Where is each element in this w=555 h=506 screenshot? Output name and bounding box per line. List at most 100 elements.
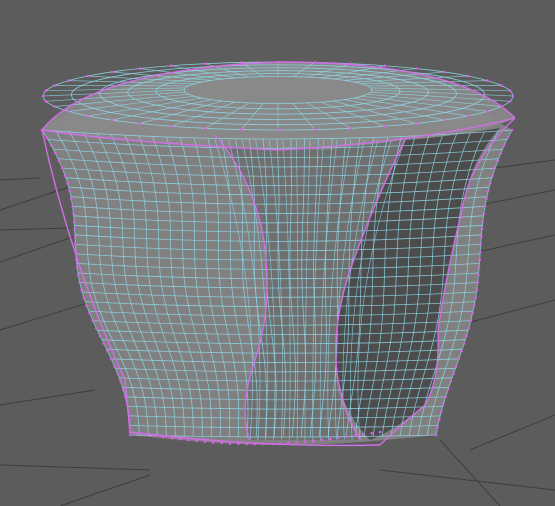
mesh-vertex <box>110 70 114 74</box>
mesh-vertex <box>61 166 64 170</box>
mesh-vertex <box>287 441 290 445</box>
mesh-vertex <box>54 151 57 155</box>
mesh-vertex <box>72 220 76 223</box>
mesh-vertex <box>204 62 207 65</box>
mesh-vertex <box>486 79 489 82</box>
mesh-vertex <box>80 288 83 292</box>
mesh-vertex <box>477 273 480 277</box>
mesh-vertex <box>478 250 482 254</box>
mesh-vertex <box>466 114 470 118</box>
mesh-vertex <box>119 380 123 383</box>
mesh-vertex <box>128 418 131 422</box>
mesh-vertex <box>478 258 482 261</box>
mesh-vertex <box>128 430 132 434</box>
mesh-vertex <box>500 84 503 87</box>
mesh-vertex <box>212 441 215 444</box>
mesh-vertex <box>378 430 382 434</box>
mesh-vertex <box>204 127 207 130</box>
mesh-vertex <box>488 182 492 185</box>
mesh-vertex <box>449 380 453 383</box>
mesh-vertex <box>442 70 446 74</box>
mesh-vertex <box>454 365 458 368</box>
mesh-vertex <box>228 442 232 445</box>
mesh-vertex <box>476 281 480 284</box>
mesh-vertex <box>353 434 357 438</box>
mesh-vertex <box>349 62 352 65</box>
mesh-vertex <box>320 438 324 442</box>
mesh-vertex <box>44 100 48 103</box>
mesh-vertex <box>493 166 497 170</box>
mesh-vertex <box>102 342 106 345</box>
mesh-vertex <box>439 410 443 414</box>
mesh-vertex <box>91 319 95 322</box>
mesh-vertex <box>67 79 70 82</box>
mesh-vertex <box>414 122 418 125</box>
mesh-vertex <box>86 114 90 118</box>
mesh-vertex <box>49 144 53 147</box>
mesh-vertex <box>295 441 299 444</box>
mesh-vertex <box>500 105 503 108</box>
mesh-vertex <box>337 436 340 440</box>
mesh-vertex <box>452 372 455 376</box>
mesh-vertex <box>499 151 503 155</box>
mesh-vertex <box>82 296 86 300</box>
mesh-vertex <box>480 235 483 239</box>
mesh-vertex <box>73 227 76 231</box>
viewport-canvas[interactable] <box>0 0 555 506</box>
mesh-vertex <box>98 334 102 338</box>
mesh-vertex <box>303 440 307 444</box>
mesh-object[interactable] <box>40 60 516 447</box>
mesh-vertex <box>510 128 514 132</box>
mesh-vertex <box>109 357 113 361</box>
mesh-vertex <box>74 243 77 246</box>
mesh-vertex <box>53 105 56 108</box>
mesh-vertex <box>70 197 73 200</box>
3d-viewport[interactable] <box>0 0 555 506</box>
mesh-vertex <box>41 94 45 98</box>
mesh-vertex <box>72 212 75 216</box>
grid-line <box>379 469 555 491</box>
mesh-vertex <box>110 118 114 122</box>
mesh-vertex <box>312 439 315 443</box>
mesh-vertex <box>345 435 349 439</box>
mesh-vertex <box>466 74 470 78</box>
mesh-vertex <box>506 136 510 139</box>
mesh-vertex <box>457 357 461 361</box>
mesh-vertex <box>469 319 473 322</box>
mesh-vertex <box>436 426 439 429</box>
mesh-vertex <box>74 250 77 254</box>
mesh-vertex <box>502 144 506 147</box>
mesh-vertex <box>129 433 132 437</box>
mesh-vertex <box>276 128 280 132</box>
mesh-vertex <box>45 136 49 139</box>
grid-line <box>0 227 71 231</box>
mesh-vertex <box>113 365 116 368</box>
mesh-vertex <box>170 64 173 67</box>
grid-line <box>59 474 151 506</box>
mesh-vertex <box>471 311 474 315</box>
mesh-vertex <box>63 174 67 178</box>
mesh-vertex <box>187 438 190 442</box>
mesh-vertex <box>170 436 173 440</box>
mesh-vertex <box>434 433 438 437</box>
mesh-vertex <box>511 94 515 98</box>
mesh-vertex <box>138 122 142 125</box>
mesh-vertex <box>125 403 129 406</box>
mesh-vertex <box>203 440 207 444</box>
mesh-vertex <box>486 110 489 113</box>
mesh-vertex <box>483 205 487 208</box>
mesh-vertex <box>349 127 352 130</box>
grid-line <box>0 389 96 406</box>
mesh-vertex <box>383 64 387 67</box>
mesh-vertex <box>414 67 418 70</box>
mesh-vertex <box>441 403 445 406</box>
mesh-vertex <box>491 174 494 178</box>
mesh-vertex <box>53 84 56 87</box>
mesh-vertex <box>162 435 165 439</box>
mesh-vertex <box>474 296 477 300</box>
mesh-vertex <box>106 349 109 353</box>
mesh-vertex <box>85 304 88 307</box>
mesh-vertex <box>270 442 274 446</box>
mesh-vertex <box>137 432 140 435</box>
mesh-vertex <box>73 235 77 239</box>
